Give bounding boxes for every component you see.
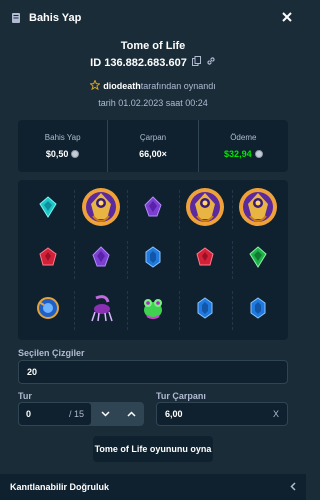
gem-blue-symbol-icon	[196, 297, 214, 324]
coin-icon	[254, 150, 263, 158]
multiplier-value: 66,00×	[139, 149, 167, 159]
multiplier-suffix: X	[272, 409, 279, 419]
modal-title: Bahis Yap	[29, 12, 82, 24]
gem-blue-symbol-icon	[144, 246, 162, 273]
gem-green-symbol-icon	[249, 246, 267, 273]
lines-label: Seçilen Çizgiler	[18, 348, 85, 358]
rounds-label: Tur	[18, 391, 32, 401]
reel-cell	[179, 184, 234, 235]
reel-cell	[179, 235, 234, 286]
reel-cell	[22, 184, 76, 235]
slot-reels	[18, 180, 288, 340]
stat-value: $32,94	[224, 149, 263, 159]
reel-cell	[127, 285, 181, 336]
stat-label: Bahis Yap	[44, 133, 81, 142]
scarab-scatter-symbol-icon	[238, 186, 278, 233]
coin-icon	[71, 150, 80, 158]
rounds-max: / 15	[68, 409, 84, 419]
round-multiplier-value: 6,00	[165, 409, 183, 419]
bet-id: ID 136.882.683.607	[90, 56, 187, 69]
lines-value: 20	[27, 367, 38, 377]
reel-cell	[127, 235, 181, 286]
stat-payout: Ödeme $32,94	[197, 120, 288, 172]
green-frog-symbol-icon	[141, 295, 165, 326]
gem-cyan-symbol-icon	[39, 196, 57, 223]
reel-cell	[232, 184, 284, 235]
rounds-input[interactable]: 0 / 15	[18, 402, 92, 426]
copy-icon[interactable]	[191, 56, 201, 69]
reel-cell	[74, 184, 129, 235]
reel-cell	[232, 285, 284, 336]
chevron-left-icon[interactable]	[290, 478, 296, 496]
played-by-text: tarafından oynandı	[140, 81, 216, 91]
bet-id-row: ID 136.882.683.607	[0, 56, 306, 69]
bet-stats: Bahis Yap $0,50 Çarpan 66,00× Ödeme $32,…	[18, 120, 288, 172]
scarab-scatter-symbol-icon	[185, 186, 225, 233]
player-name[interactable]: diodeath	[103, 81, 141, 91]
stat-label: Ödeme	[230, 133, 257, 142]
stat-bet: Bahis Yap $0,50	[18, 120, 107, 172]
game-title: Tome of Life	[120, 40, 186, 52]
chevron-down-icon[interactable]	[92, 402, 118, 426]
bet-amount: $0,50	[45, 149, 69, 159]
amulet-blue-symbol-icon	[36, 296, 60, 325]
chevron-up-icon[interactable]	[118, 402, 144, 426]
payout-amount: $32,94	[224, 149, 252, 159]
rounds-control: 0 / 15	[18, 402, 144, 426]
star-icon	[89, 79, 102, 92]
stat-label: Çarpan	[139, 133, 167, 142]
purple-scorpion-symbol-icon	[88, 294, 114, 327]
gem-purple-symbol-icon	[92, 246, 110, 273]
gem-red-symbol-icon	[39, 247, 57, 272]
reel-cell	[22, 235, 76, 286]
bet-date: tarih 01.02.2023 saat 00:24	[98, 98, 208, 108]
reel-cell	[22, 285, 76, 336]
reel-cell	[74, 285, 129, 336]
play-game-button[interactable]: Tome of Life oyununu oyna	[93, 436, 213, 462]
player-row: diodeath tarafından oynandı	[0, 79, 306, 92]
round-multiplier-label: Tur Çarpanı	[156, 391, 206, 401]
provably-fair-bar[interactable]: Kanıtlanabilir Doğruluk	[0, 474, 306, 500]
round-multiplier-input[interactable]: 6,00 X	[156, 402, 288, 426]
close-icon[interactable]	[280, 10, 294, 24]
reel-cell	[179, 285, 234, 336]
reel-cell	[232, 235, 284, 286]
stat-multiplier: Çarpan 66,00×	[107, 120, 197, 172]
scarab-scatter-symbol-icon	[81, 186, 121, 233]
gem-red-symbol-icon	[196, 247, 214, 272]
provably-fair-label: Kanıtlanabilir Doğruluk	[10, 482, 110, 492]
reel-cell	[74, 235, 129, 286]
reel-cell	[127, 184, 181, 235]
link-icon[interactable]	[206, 56, 216, 69]
lines-input[interactable]: 20	[18, 360, 288, 384]
bet-slip-icon	[10, 12, 22, 24]
gem-blue-symbol-icon	[249, 297, 267, 324]
stat-value: $0,50	[46, 149, 80, 159]
rounds-value: 0	[26, 409, 32, 419]
modal-header: Bahis Yap	[0, 0, 306, 36]
gem-purple-symbol-icon	[144, 196, 162, 223]
